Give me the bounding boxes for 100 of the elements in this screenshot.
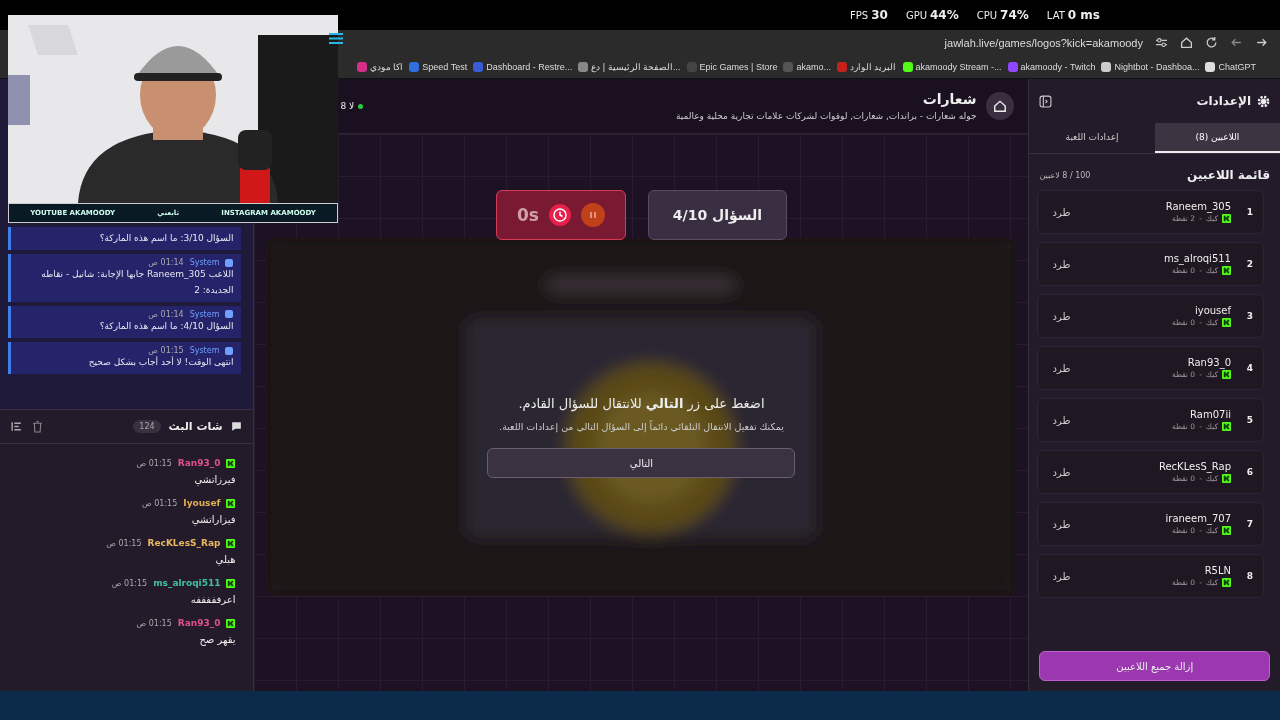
chat-username: Ran93_0: [177, 458, 221, 468]
player-count: 100 / 8 لاعبين: [1039, 170, 1091, 180]
player-name: ms_alroqi511: [1163, 253, 1231, 264]
chat-icon: [230, 420, 244, 433]
player-rank: 3: [1245, 311, 1253, 321]
pause-icon: [588, 211, 597, 219]
kick-icon: [1222, 266, 1231, 275]
message-text: هبلي: [214, 554, 236, 565]
player-rank: 1: [1245, 207, 1253, 217]
bookmark-link[interactable]: akamoody Stream -...: [915, 61, 1002, 72]
kick-button[interactable]: طرد: [1048, 466, 1075, 478]
kick-button[interactable]: طرد: [1048, 570, 1075, 582]
performance-stat: LAT 0 ms: [1046, 8, 1100, 22]
player-name: Ran93_0: [1186, 357, 1231, 368]
bookmark-link[interactable]: Speed Test: [422, 61, 468, 72]
message-text: اعرفففففه: [189, 594, 236, 605]
message-author: System: [189, 346, 220, 356]
kick-button[interactable]: طرد: [1048, 258, 1075, 270]
question-counter: السؤال 4/10: [647, 190, 788, 240]
back-icon[interactable]: [1230, 36, 1243, 49]
game-title: شعارات: [921, 91, 977, 107]
message-time: 01:15 ص: [142, 498, 178, 508]
bookmark-link[interactable]: akamo...: [796, 61, 831, 72]
instruction-text: اضغط على زر التالي للانتقال للسؤال القادم.: [518, 396, 765, 411]
list-title: قائمة اللاعبين: [1187, 168, 1270, 182]
tab[interactable]: إعدادات اللعبة: [1029, 123, 1155, 153]
next-button[interactable]: التالي: [487, 448, 796, 478]
kick-icon: [226, 578, 236, 588]
kick-button[interactable]: طرد: [1048, 310, 1075, 322]
bookmark-link[interactable]: Nightbot - Dashboa...: [1114, 61, 1200, 72]
kick-icon: [1222, 578, 1231, 587]
message-author: System: [189, 258, 220, 268]
message-time: 01:14 ص: [148, 309, 184, 319]
tune-icon[interactable]: [1155, 36, 1168, 49]
kick-icon: [226, 618, 236, 628]
kick-icon: [1222, 422, 1231, 431]
kick-icon: [226, 498, 236, 508]
player-name: Ram07ii: [1189, 409, 1231, 420]
message-time: 01:15 ص: [106, 538, 142, 548]
kick-icon: [226, 458, 236, 468]
message-count: 124: [133, 420, 161, 433]
remove-all-button[interactable]: إزالة جميع اللاعبين: [1039, 651, 1270, 681]
bookmark-link[interactable]: Dashboard - Restre...: [486, 61, 573, 72]
reload-icon[interactable]: [1205, 36, 1218, 49]
player-name: RecKLesS_Rap: [1158, 461, 1231, 472]
online-dot: [358, 103, 364, 109]
player-name: iraneem_707: [1165, 513, 1231, 524]
kick-button[interactable]: طرد: [1048, 414, 1075, 426]
url-text[interactable]: jawlah.live/games/logos?kick=akamoody: [944, 36, 1143, 49]
chat-username: Iyousef: [183, 498, 221, 508]
performance-stat: CPU 74%: [976, 8, 1029, 22]
message-time: 01:14 ص: [148, 258, 184, 268]
tab[interactable]: اللاعبين (8): [1154, 123, 1280, 153]
kick-icon: [1222, 318, 1231, 327]
clock-icon: [548, 204, 571, 226]
message-text: فيزاراتشي: [190, 514, 236, 525]
settings-icon: [1257, 94, 1270, 108]
player-name: R5LN: [1203, 565, 1231, 576]
performance-stat: GPU 44%: [905, 8, 959, 22]
chat-username: ms_alroqi511: [153, 578, 221, 588]
player-rank: 5: [1245, 415, 1253, 425]
home-icon[interactable]: [1180, 36, 1193, 49]
message-time: 01:15 ص: [136, 458, 172, 468]
kick-button[interactable]: طرد: [1048, 206, 1075, 218]
bookmark-link[interactable]: البريد الوارد: [850, 61, 897, 72]
message-time: 01:15 ص: [111, 578, 148, 588]
kick-icon: [1222, 370, 1231, 379]
collapse-icon[interactable]: [1039, 94, 1053, 108]
kick-icon: [1222, 526, 1231, 535]
player-rank: 8: [1245, 571, 1253, 581]
panel-title: الإعدادات: [1196, 94, 1251, 108]
message-time: 01:15 ص: [136, 618, 172, 628]
kick-icon: [1222, 214, 1231, 223]
bookmark-link[interactable]: ChatGPT: [1218, 61, 1256, 72]
trash-icon[interactable]: [31, 420, 44, 433]
bookmark-link[interactable]: اكا مودي: [369, 61, 404, 72]
bookmark-link[interactable]: akamoody - Twitch: [1020, 61, 1096, 72]
chat-username: Ran93_0: [177, 618, 221, 628]
bookmark-link[interactable]: Epic Games | Store: [699, 61, 778, 72]
bookmark-link[interactable]: الصفحة الرئيسية | دع...: [591, 61, 681, 72]
player-rank: 6: [1245, 467, 1253, 477]
player-rank: 4: [1245, 363, 1253, 373]
kick-icon: [226, 538, 236, 548]
message-text: انتهى الوقت! لا أحد أجاب بشكل صحيح: [87, 356, 234, 370]
pause-button[interactable]: [580, 203, 605, 227]
home-button[interactable]: [986, 92, 1015, 120]
message-author: System: [189, 309, 220, 319]
chat-title: شات البث: [168, 420, 223, 433]
list-icon[interactable]: [10, 420, 23, 433]
kick-button[interactable]: طرد: [1048, 518, 1075, 530]
message-text: السؤال 3/10: ما اسم هذه الماركة؟: [98, 232, 234, 245]
forward-icon[interactable]: [1255, 36, 1268, 49]
online-count: 8 لا: [340, 101, 355, 111]
message-text: السؤال 4/10: ما اسم هذه الماركة؟: [98, 319, 234, 333]
message-text: اللاعب Raneem_305 جابها الإجابة: شانيل - نقاطه الجديدة: 2: [40, 268, 234, 297]
kick-button[interactable]: طرد: [1048, 362, 1075, 374]
hint-text: يمكنك تفعيل الانتقال التلقائي دائماً إلى السؤال التالي من إعدادات اللعبة.: [499, 421, 784, 432]
menu-icon[interactable]: [328, 32, 344, 45]
player-rank: 2: [1245, 259, 1253, 269]
player-name: iyousef: [1193, 305, 1231, 316]
